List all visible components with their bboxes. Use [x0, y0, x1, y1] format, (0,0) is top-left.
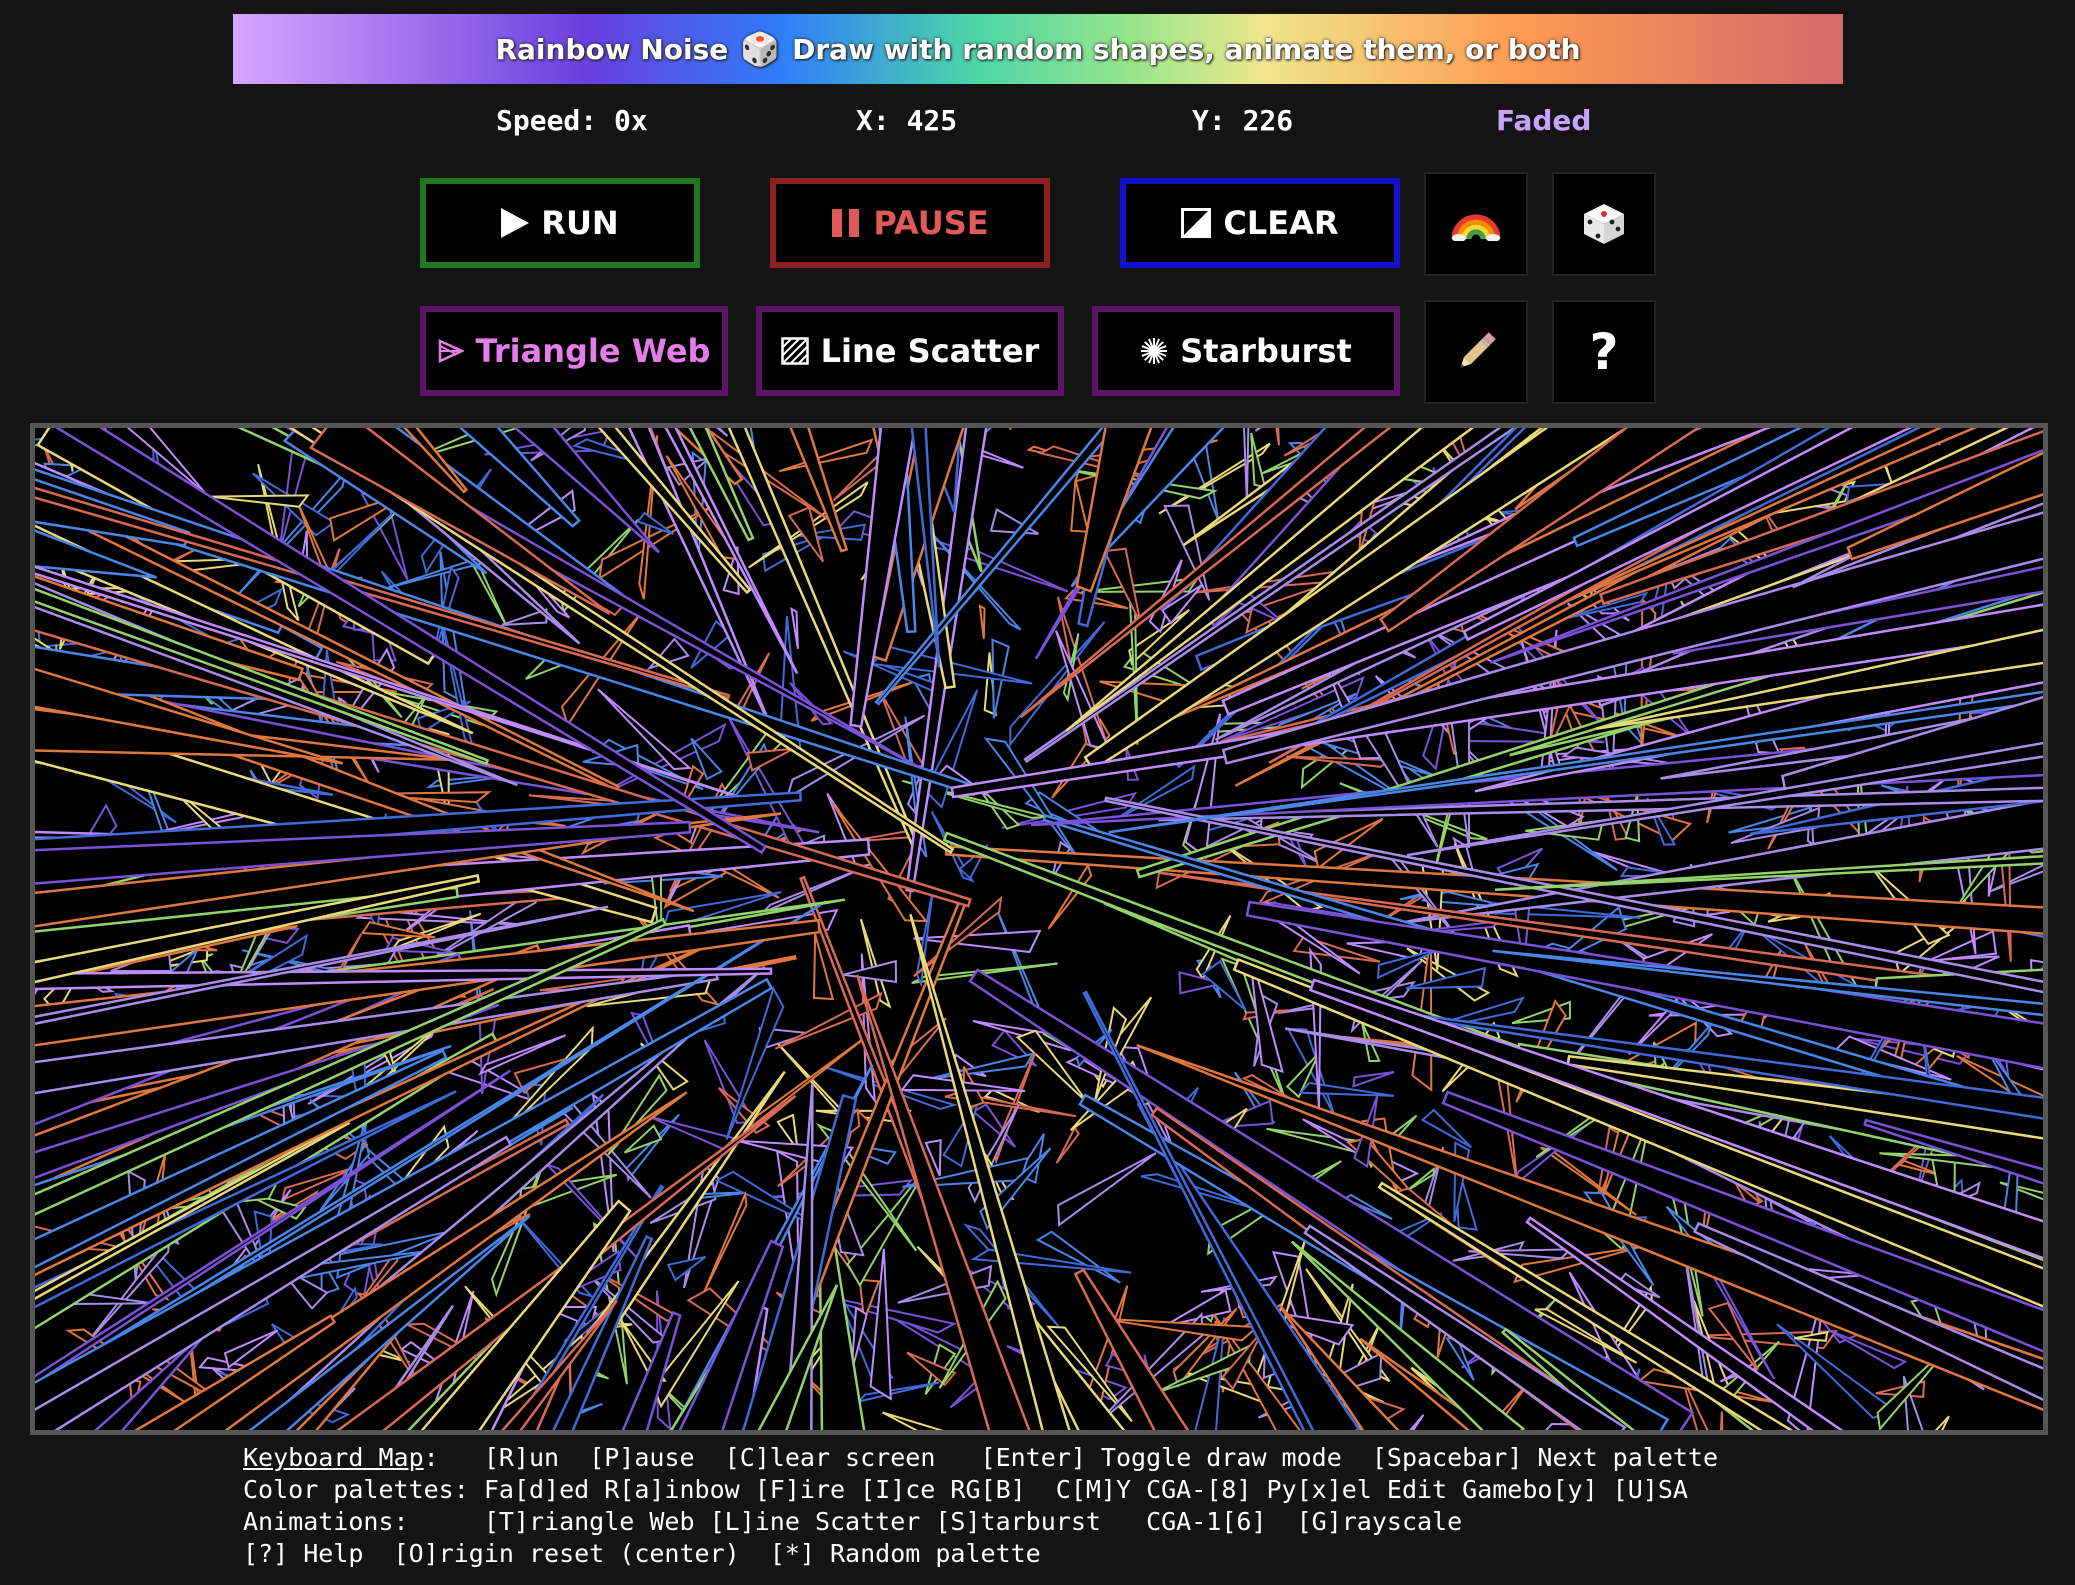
help-icon: ? [1589, 323, 1619, 381]
pause-icon [831, 208, 861, 238]
random-palette-button[interactable] [1552, 172, 1656, 276]
contrast-icon [1181, 208, 1212, 238]
starburst-button[interactable]: Starburst [1092, 306, 1400, 396]
line-scatter-label: Line Scatter [820, 332, 1040, 370]
clear-label: CLEAR [1223, 204, 1339, 242]
help-button[interactable]: ? [1552, 300, 1656, 404]
rainbow-icon [1451, 214, 1501, 241]
pause-label: PAUSE [873, 204, 989, 242]
keyboard-map-line-4: [?] Help [O]rigin reset (center) [*] Ran… [243, 1539, 1041, 1568]
app-title-banner: Rainbow Noise 🎲 Draw with random shapes,… [233, 14, 1843, 84]
random-shapes-art [35, 428, 2043, 1430]
play-icon [501, 208, 530, 238]
run-label: RUN [541, 204, 619, 242]
keyboard-map-line-1: : [R]un [P]ause [C]lear screen [Enter] T… [423, 1443, 1719, 1472]
starburst-label: Starburst [1180, 332, 1352, 370]
triangle-web-label: Triangle Web [475, 332, 711, 370]
line-scatter-icon [780, 337, 809, 365]
keyboard-map-label: Keyboard Map [243, 1443, 424, 1472]
y-coordinate-readout: Y: 226 [1192, 104, 1294, 137]
palette-name: Faded [1496, 104, 1592, 137]
triangle-web-icon [438, 339, 464, 363]
speed-readout: Speed: 0x [496, 104, 648, 137]
keyboard-map: Keyboard Map: [R]un [P]ause [C]lear scre… [243, 1442, 2043, 1570]
rainbow-palette-button[interactable] [1424, 172, 1528, 276]
keyboard-map-line-3: Animations: [T]riangle Web [L]ine Scatte… [243, 1507, 1463, 1536]
drawing-canvas[interactable] [30, 423, 2048, 1435]
status-bar: Speed: 0x X: 425 Y: 226 Faded [0, 100, 2075, 144]
draw-mode-button[interactable] [1424, 300, 1528, 404]
x-coordinate-readout: X: 425 [856, 104, 958, 137]
keyboard-map-line-2: Color palettes: Fa[d]ed R[a]inbow [F]ire… [243, 1475, 1688, 1504]
line-scatter-button[interactable]: Line Scatter [756, 306, 1064, 396]
clear-button[interactable]: CLEAR [1120, 178, 1400, 268]
starburst-icon [1140, 337, 1168, 365]
pause-button[interactable]: PAUSE [770, 178, 1050, 268]
pencil-icon [1460, 332, 1496, 368]
run-button[interactable]: RUN [420, 178, 700, 268]
dice-icon: 🎲 [740, 30, 781, 68]
dice-icon [1584, 204, 1624, 244]
app-title: Rainbow Noise [495, 32, 729, 66]
app-subtitle: Draw with random shapes, animate them, o… [792, 32, 1581, 66]
triangle-web-button[interactable]: Triangle Web [420, 306, 728, 396]
